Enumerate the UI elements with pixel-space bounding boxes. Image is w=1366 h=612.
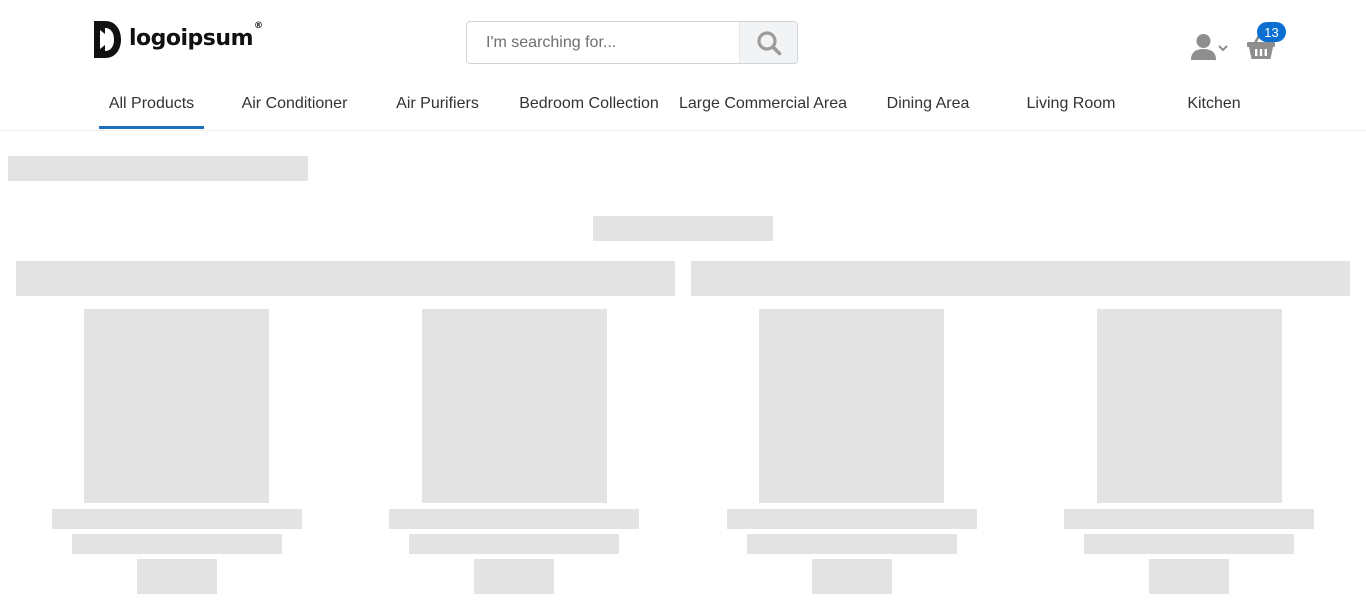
product-title-placeholder bbox=[1064, 509, 1314, 529]
site-header: logoipsum® 13 All Products bbox=[0, 0, 1366, 131]
tab-air-purifiers[interactable]: Air Purifiers bbox=[388, 82, 487, 129]
product-price-placeholder bbox=[137, 559, 217, 594]
tab-dining-area[interactable]: Dining Area bbox=[878, 82, 978, 129]
product-subtitle-placeholder bbox=[72, 534, 282, 554]
product-price-placeholder bbox=[812, 559, 892, 594]
sort-bar-placeholder bbox=[691, 261, 1350, 296]
tab-bedroom-collection[interactable]: Bedroom Collection bbox=[514, 82, 664, 129]
product-subtitle-placeholder bbox=[747, 534, 957, 554]
brand-name: logoipsum® bbox=[129, 21, 263, 51]
search-bar bbox=[466, 21, 798, 64]
product-price-placeholder bbox=[1149, 559, 1229, 594]
search-input[interactable] bbox=[467, 22, 739, 63]
section-title-placeholder bbox=[593, 216, 773, 241]
tab-living-room[interactable]: Living Room bbox=[1018, 82, 1124, 129]
category-nav: All Products Air Conditioner Air Purifie… bbox=[0, 82, 1366, 130]
search-button[interactable] bbox=[739, 22, 797, 63]
product-title-placeholder bbox=[389, 509, 639, 529]
brand-logo[interactable]: logoipsum® bbox=[92, 19, 263, 59]
chevron-down-icon bbox=[1218, 45, 1228, 52]
product-image-placeholder bbox=[422, 309, 607, 503]
filter-bar-placeholder bbox=[16, 261, 675, 296]
product-title-placeholder bbox=[727, 509, 977, 529]
breadcrumb-placeholder bbox=[8, 156, 308, 181]
search-icon bbox=[756, 30, 781, 55]
product-title-placeholder bbox=[52, 509, 302, 529]
cart-count-badge: 13 bbox=[1257, 22, 1286, 42]
product-image-placeholder bbox=[759, 309, 944, 503]
logo-mark-icon bbox=[94, 20, 121, 58]
tab-air-conditioner[interactable]: Air Conditioner bbox=[234, 82, 355, 129]
tab-kitchen[interactable]: Kitchen bbox=[1174, 82, 1254, 129]
account-menu-button[interactable] bbox=[1190, 32, 1228, 60]
product-subtitle-placeholder bbox=[1084, 534, 1294, 554]
product-price-placeholder bbox=[474, 559, 554, 594]
tab-large-commercial-area[interactable]: Large Commercial Area bbox=[676, 82, 850, 129]
tab-all-products[interactable]: All Products bbox=[99, 82, 204, 129]
user-icon bbox=[1191, 33, 1216, 60]
product-subtitle-placeholder bbox=[409, 534, 619, 554]
product-image-placeholder bbox=[84, 309, 269, 503]
product-image-placeholder bbox=[1097, 309, 1282, 503]
